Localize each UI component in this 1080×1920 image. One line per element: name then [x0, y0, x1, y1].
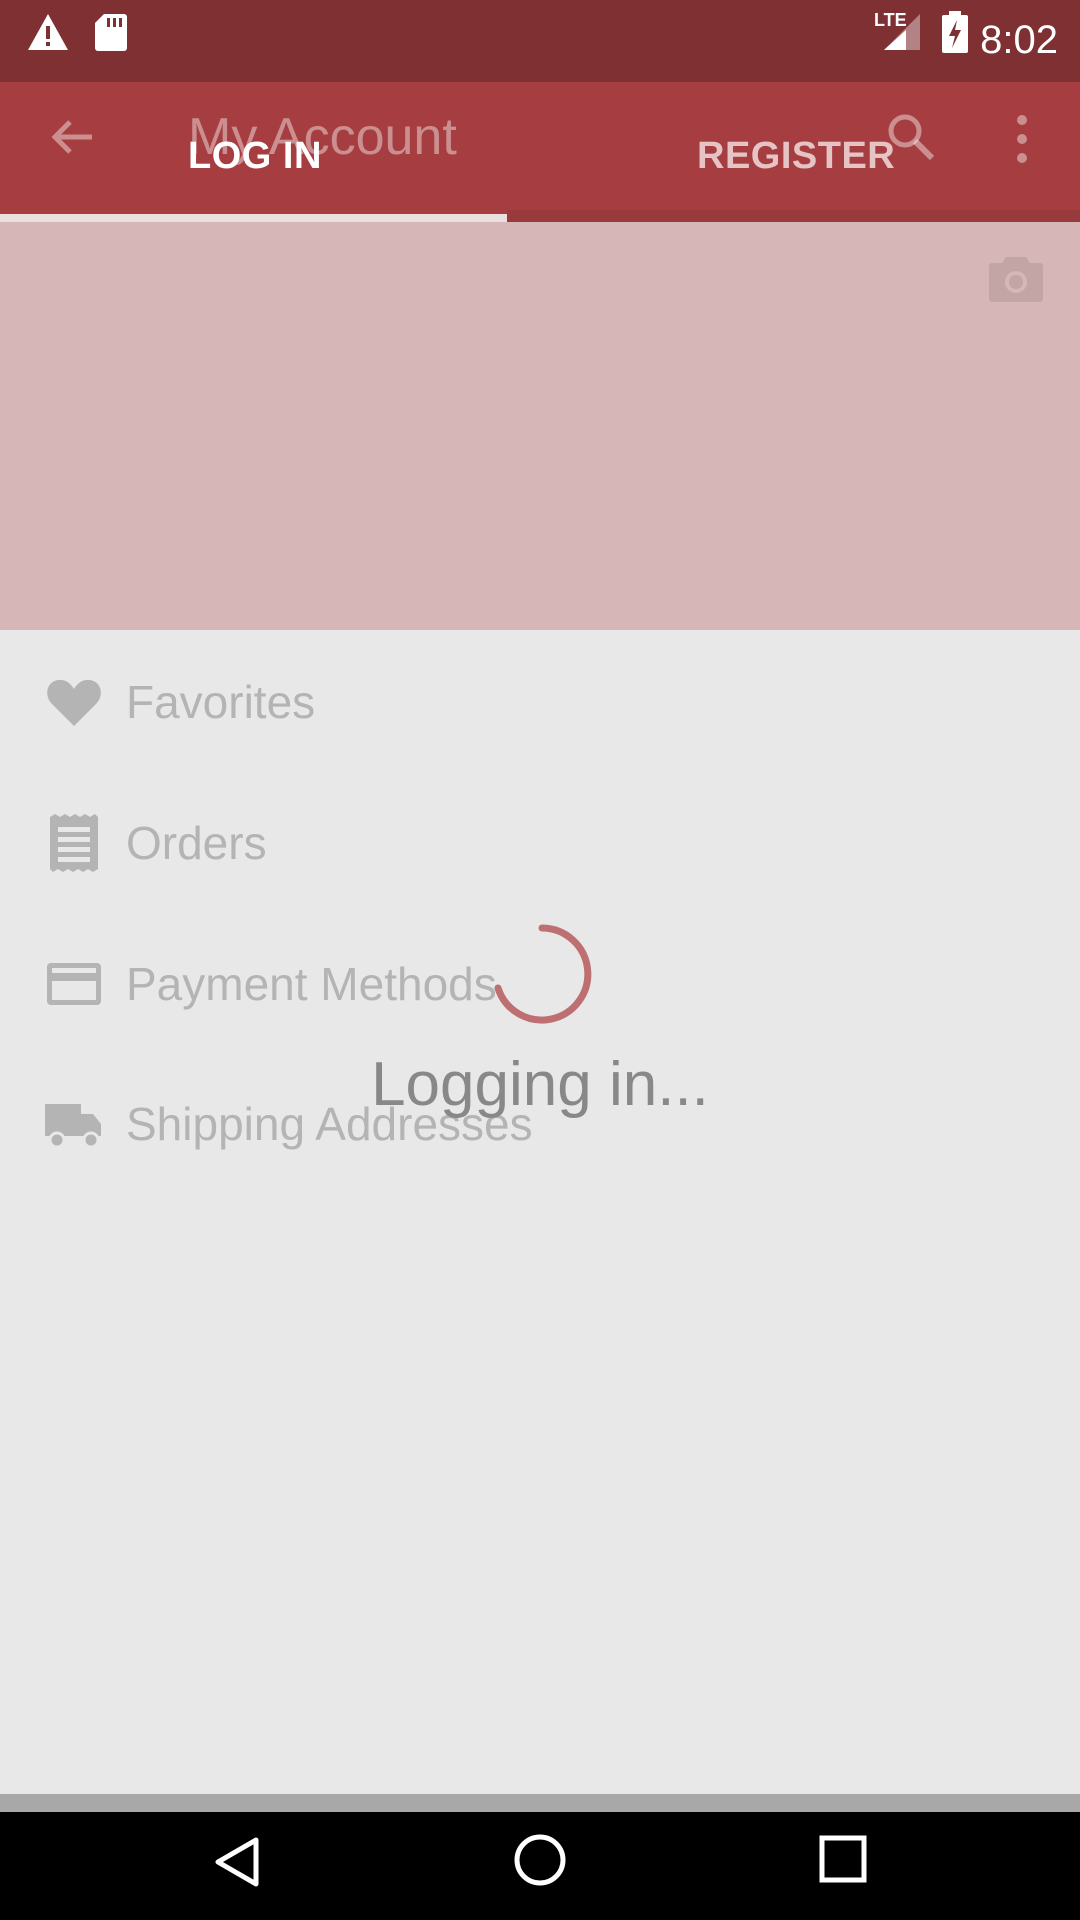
- menu-label-favorites: Favorites: [126, 676, 316, 728]
- warning-icon: [28, 14, 68, 50]
- menu-item-orders[interactable]: Orders: [0, 783, 1080, 903]
- tab-strip-divider: [507, 210, 1080, 222]
- app-bar: My Account: [0, 82, 1080, 222]
- heart-icon: [47, 679, 101, 726]
- loading-message: Logging in...: [371, 1050, 709, 1119]
- camera-icon[interactable]: [988, 255, 1044, 303]
- credit-card-icon: [47, 963, 101, 1005]
- menu-item-favorites[interactable]: Favorites: [0, 642, 1080, 762]
- sd-card-icon: [95, 14, 127, 51]
- back-icon[interactable]: [210, 1834, 266, 1890]
- back-arrow-icon[interactable]: [48, 112, 98, 162]
- screen: LTE 8:02 My Account LOG IN REGISTER Favo…: [0, 0, 1080, 1920]
- recents-icon[interactable]: [818, 1834, 868, 1884]
- tab-register[interactable]: REGISTER: [697, 128, 895, 184]
- overflow-menu-icon[interactable]: [1012, 112, 1032, 166]
- menu-label-orders: Orders: [126, 817, 267, 869]
- lte-signal-icon: [884, 14, 920, 50]
- status-time: 8:02: [980, 18, 1058, 62]
- battery-charging-icon: [942, 11, 968, 53]
- receipt-icon: [50, 814, 98, 872]
- bottom-strip: [0, 1794, 1080, 1812]
- navigation-bar: [0, 1812, 1080, 1920]
- tab-indicator: [0, 214, 507, 222]
- home-icon[interactable]: [512, 1832, 568, 1888]
- status-bar: LTE 8:02: [0, 0, 1080, 82]
- menu-label-payment-methods: Payment Methods: [126, 958, 497, 1010]
- tab-log-in[interactable]: LOG IN: [188, 128, 322, 184]
- loading-spinner: [494, 924, 592, 1024]
- profile-header: [0, 222, 1080, 630]
